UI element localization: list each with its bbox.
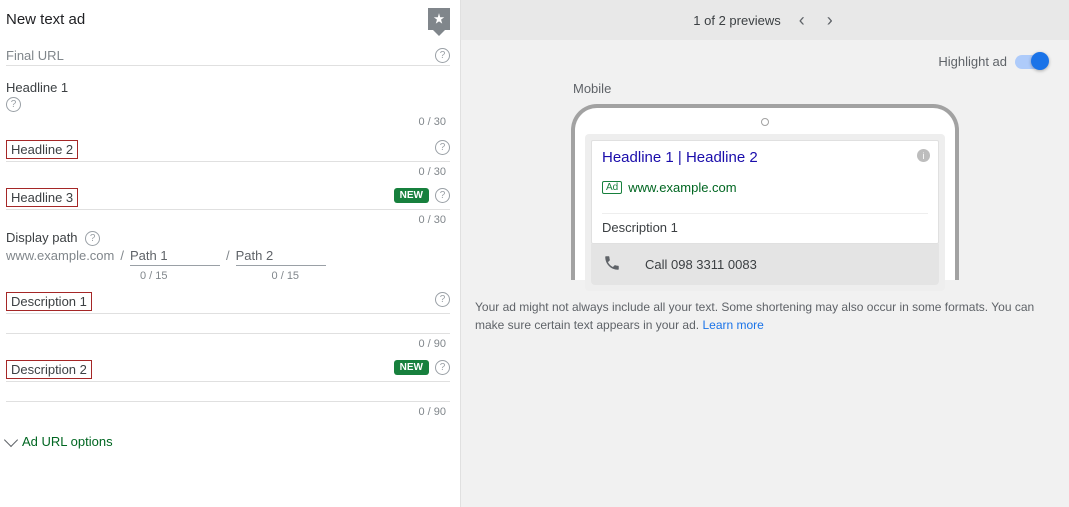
headline1-counter: 0 / 30	[6, 112, 450, 132]
call-text: Call 098 3311 0083	[645, 257, 757, 272]
call-extension[interactable]: Call 098 3311 0083	[591, 244, 939, 285]
headline1-label: Headline 1	[6, 80, 68, 95]
help-icon[interactable]: ?	[85, 231, 100, 246]
help-icon[interactable]: ?	[435, 140, 450, 155]
phone-speaker-icon	[761, 118, 769, 126]
headline3-label: Headline 3	[6, 188, 78, 207]
ad-preview-card: i Headline 1 | Headline 2 Ad www.example…	[585, 134, 945, 291]
final-url-field[interactable]: Final URL ?	[6, 42, 450, 66]
ad-tag: Ad	[602, 181, 622, 194]
new-badge: NEW	[394, 360, 429, 375]
ad-display-url: www.example.com	[628, 168, 736, 207]
description1-label: Description 1	[6, 292, 92, 311]
display-path-field[interactable]: Display path ? www.example.com / Path 1 …	[6, 230, 450, 286]
chevron-down-icon	[4, 433, 18, 447]
display-path-label: Display path	[6, 230, 78, 245]
headline2-label: Headline 2	[6, 140, 78, 159]
ad-headline: Headline 1 | Headline 2	[602, 149, 928, 166]
help-icon[interactable]: ?	[435, 292, 450, 307]
path2-input[interactable]: Path 2	[236, 248, 326, 266]
recommend-icon[interactable]	[428, 8, 450, 30]
help-icon[interactable]: ?	[435, 48, 450, 63]
mobile-label: Mobile	[571, 75, 959, 104]
learn-more-link[interactable]: Learn more	[702, 318, 763, 332]
description1-counter: 0 / 90	[6, 334, 450, 354]
phone-frame: i Headline 1 | Headline 2 Ad www.example…	[571, 104, 959, 280]
preview-counter: 1 of 2 previews	[693, 13, 780, 28]
headline2-counter: 0 / 30	[6, 162, 450, 182]
description2-field[interactable]: Description 2 NEW ?	[6, 354, 450, 382]
help-icon[interactable]: ?	[435, 360, 450, 375]
page-title: New text ad	[6, 11, 85, 28]
path1-counter: 0 / 15	[140, 266, 172, 286]
headline2-field[interactable]: Headline 2 ?	[6, 134, 450, 162]
display-path-base: www.example.com	[6, 248, 114, 263]
highlight-toggle[interactable]	[1015, 55, 1047, 69]
ad-description: Description 1	[602, 214, 928, 235]
preview-panel: 1 of 2 previews ‹ › Highlight ad Mobile …	[460, 0, 1069, 507]
highlight-label: Highlight ad	[938, 54, 1007, 69]
prev-preview-button[interactable]: ‹	[795, 10, 809, 31]
description2-counter: 0 / 90	[6, 402, 450, 422]
path2-counter: 0 / 15	[272, 266, 304, 286]
description1-field[interactable]: Description 1 ?	[6, 286, 450, 314]
ad-url-options-toggle[interactable]: Ad URL options	[6, 422, 450, 461]
headline3-field[interactable]: Headline 3 NEW ?	[6, 182, 450, 210]
preview-topbar: 1 of 2 previews ‹ ›	[461, 0, 1069, 40]
description2-label: Description 2	[6, 360, 92, 379]
editor-panel: New text ad Final URL ? Headline 1 ? 0 /…	[0, 0, 460, 507]
phone-icon	[603, 254, 621, 275]
headline3-counter: 0 / 30	[6, 210, 450, 230]
next-preview-button[interactable]: ›	[823, 10, 837, 31]
new-badge: NEW	[394, 188, 429, 203]
ad-url-options-label: Ad URL options	[22, 434, 113, 449]
help-icon[interactable]: ?	[6, 97, 21, 112]
final-url-label: Final URL	[6, 48, 64, 63]
path1-input[interactable]: Path 1	[130, 248, 220, 266]
info-icon[interactable]: i	[917, 149, 930, 162]
help-icon[interactable]: ?	[435, 188, 450, 203]
